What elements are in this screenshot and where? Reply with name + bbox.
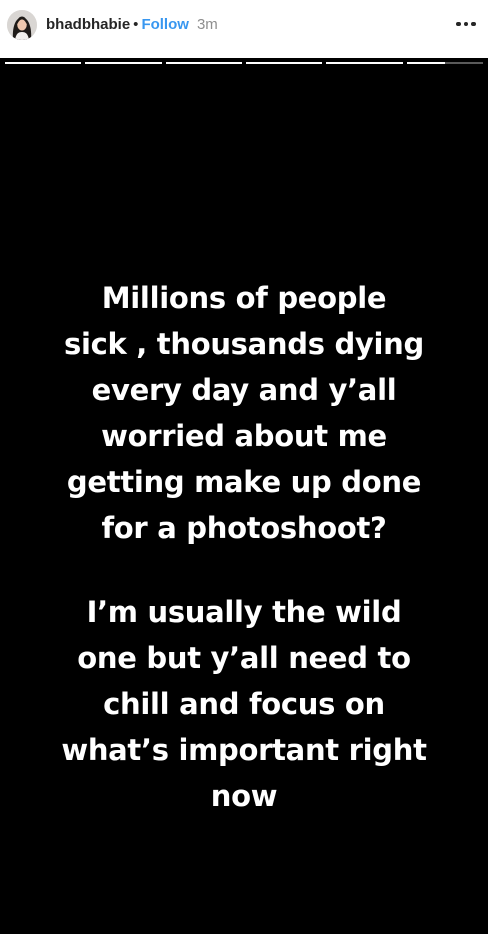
story-text-line: chill and focus on	[103, 687, 385, 721]
separator-dot: •	[133, 16, 139, 33]
progress-segment	[326, 62, 403, 64]
more-options-icon[interactable]	[451, 14, 481, 34]
story-text-line: getting make up done	[66, 465, 422, 499]
progress-fill	[326, 62, 403, 64]
progress-segment	[406, 62, 483, 64]
story-paragraph: I’m usually the wild one but y’all need t…	[5, 589, 483, 819]
progress-fill	[5, 62, 82, 64]
timestamp: 3m	[196, 16, 218, 33]
progress-fill	[85, 62, 162, 64]
story-media[interactable]: Millions of people sick , thousands dying…	[5, 80, 483, 934]
story-header: bhadbhabie • Follow 3m	[0, 0, 488, 58]
story-text-line: one but y’all need to	[77, 641, 411, 675]
profile-avatar[interactable]	[7, 10, 37, 40]
story-text: Millions of people sick , thousands dying…	[5, 275, 483, 819]
story-progress-bar	[5, 61, 483, 65]
avatar-icon	[7, 10, 37, 40]
instagram-story: bhadbhabie • Follow 3m Millions of people si…	[0, 0, 488, 934]
story-text-line: sick , thousands dying	[64, 327, 424, 361]
progress-fill	[245, 62, 323, 64]
more-dot	[471, 21, 476, 27]
story-text-line: every day and y’all	[91, 373, 397, 407]
story-text-line: I’m usually the wild	[86, 595, 402, 629]
progress-segment	[85, 62, 162, 64]
more-dot	[463, 21, 469, 27]
more-dot	[456, 21, 461, 27]
story-text-line: for a photoshoot?	[101, 511, 387, 545]
story-text-line: now	[210, 779, 278, 813]
story-text-line: worried about me	[101, 419, 387, 453]
progress-fill	[165, 62, 242, 64]
progress-segment	[245, 62, 323, 64]
story-text-line: what’s important right	[61, 733, 427, 767]
progress-segment	[165, 62, 242, 64]
header-text: bhadbhabie • Follow 3m	[46, 15, 218, 35]
story-paragraph: Millions of people sick , thousands dying…	[5, 275, 483, 551]
username-link[interactable]: bhadbhabie	[46, 16, 130, 33]
story-text-line: Millions of people	[101, 281, 387, 315]
follow-button[interactable]: Follow	[141, 16, 189, 33]
progress-fill	[406, 62, 445, 64]
progress-segment	[5, 62, 82, 64]
